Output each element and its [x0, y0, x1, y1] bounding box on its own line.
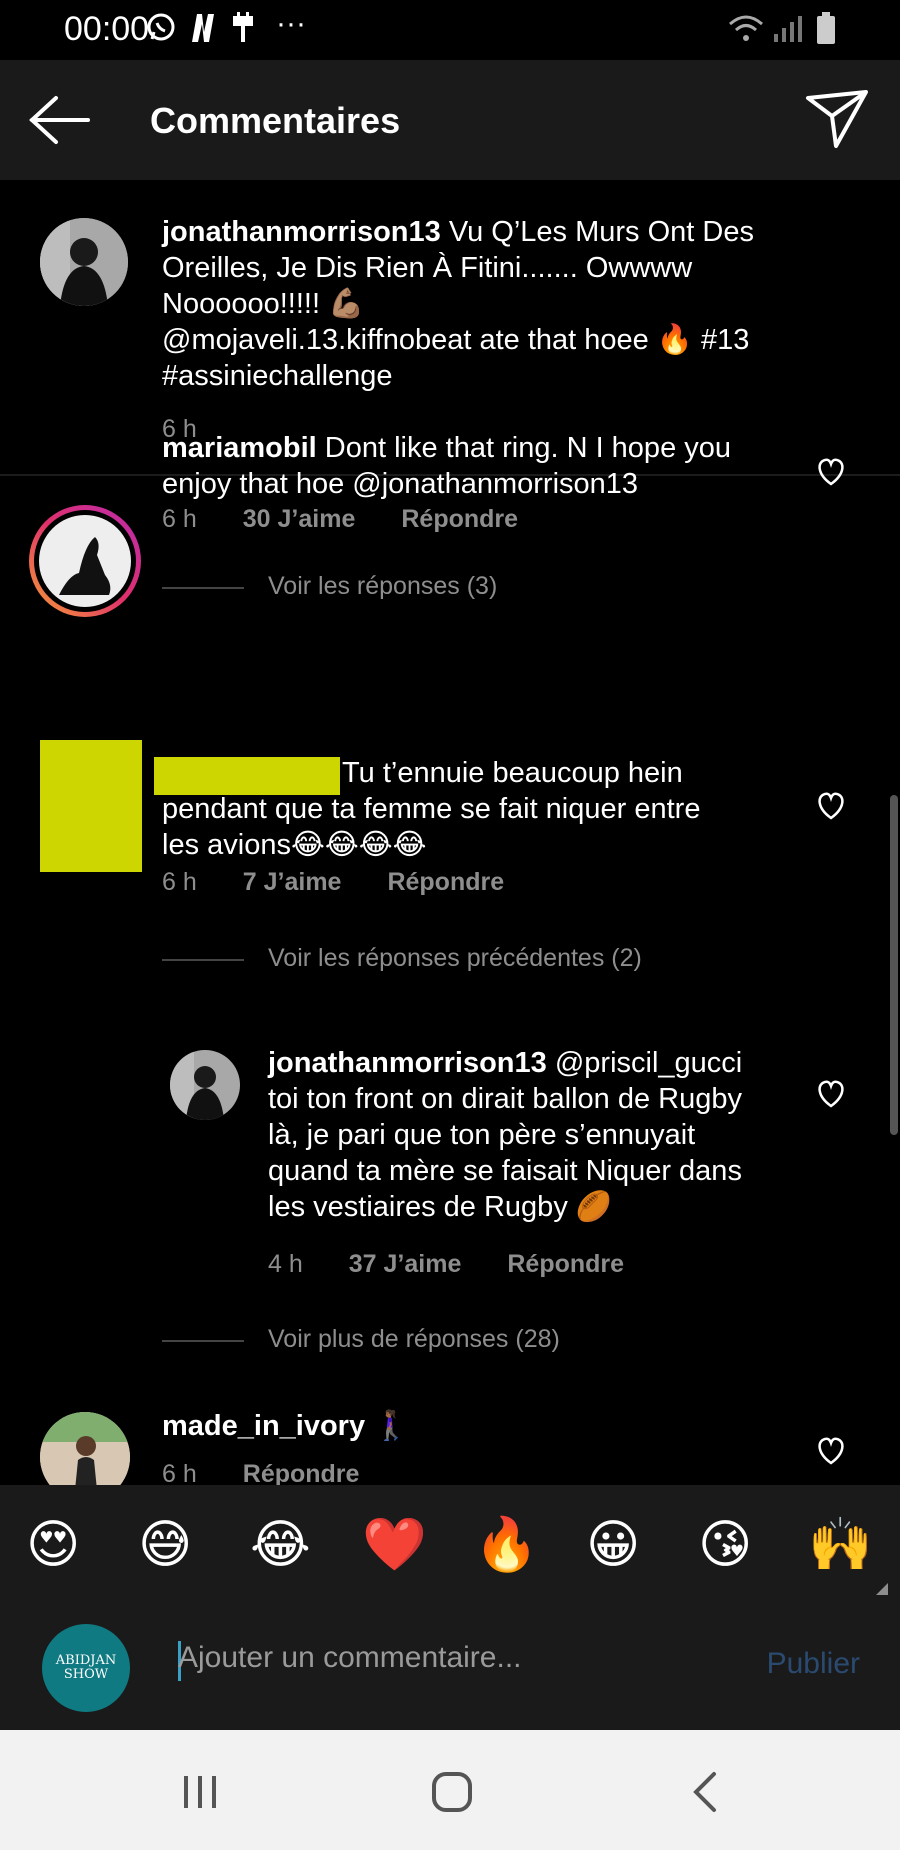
send-icon[interactable]: [804, 86, 870, 152]
header: Commentaires: [0, 60, 900, 180]
emoji-button[interactable]: 😍: [26, 1515, 80, 1575]
whatsapp-icon: [147, 13, 175, 41]
usb-icon: [233, 12, 253, 42]
emoji-button[interactable]: 🔥: [474, 1515, 539, 1575]
heart-icon[interactable]: [815, 790, 847, 820]
system-nav-bar: [0, 1730, 900, 1850]
emoji-button[interactable]: 🙌: [808, 1515, 873, 1575]
signal-icon: [774, 16, 802, 42]
emoji-button[interactable]: 😂: [250, 1515, 311, 1575]
comment-text: mariamobil Dont like that ring. N I hope…: [162, 432, 732, 500]
heart-icon[interactable]: [815, 1435, 847, 1465]
comment-username[interactable]: made_in_ivory: [162, 1410, 365, 1442]
scrollbar[interactable]: [890, 795, 898, 1135]
comment-meta: 6 h7 J’aime Répondre: [162, 868, 505, 896]
likes-count[interactable]: 7 J’aime: [243, 868, 342, 896]
reply-button[interactable]: Répondre: [507, 1250, 624, 1278]
recent-apps-icon[interactable]: [180, 1772, 220, 1812]
page-title: Commentaires: [150, 100, 401, 141]
back-arrow-icon[interactable]: [26, 90, 92, 150]
emoji-button[interactable]: 😀: [586, 1515, 640, 1575]
view-replies-link[interactable]: Voir les réponses (3): [268, 572, 497, 601]
status-time: 00:00: [64, 10, 150, 48]
emoji-bar: 😍 😅 😂 ❤️ 🔥 😀 😘 🙌: [0, 1485, 900, 1605]
likes-count[interactable]: 37 J’aime: [349, 1250, 462, 1278]
emoji-button[interactable]: 😅: [138, 1515, 192, 1575]
emoji-button[interactable]: ❤️: [362, 1515, 427, 1575]
view-more-replies-link[interactable]: Voir plus de réponses (28): [268, 1325, 560, 1354]
reply-text: jonathanmorrison13 @priscil_gucci toi to…: [268, 1047, 743, 1223]
wifi-icon: [729, 15, 763, 41]
back-icon[interactable]: [690, 1770, 720, 1814]
netflix-icon: [192, 14, 214, 42]
comment-meta: 6 h Répondre: [162, 1460, 405, 1485]
reply-meta: 4 h 37 J’aime Répondre: [268, 1250, 625, 1278]
comment-input-bar: ABIDJAN SHOW Ajouter un commentaire... P…: [0, 1605, 900, 1730]
likes-count[interactable]: 30 J’aime: [243, 505, 356, 533]
avatar[interactable]: [170, 1050, 240, 1120]
reply-button[interactable]: Répondre: [243, 1460, 360, 1485]
avatar[interactable]: [40, 218, 128, 306]
avatar[interactable]: [29, 505, 141, 617]
emoji-button[interactable]: 😘: [698, 1515, 752, 1575]
battery-icon: [817, 12, 835, 44]
comment-username[interactable]: mariamobil: [162, 432, 317, 464]
divider: [162, 1340, 244, 1342]
reply-username[interactable]: jonathanmorrison13: [268, 1047, 547, 1079]
comment-input[interactable]: Ajouter un commentaire...: [178, 1641, 522, 1675]
view-previous-replies-link[interactable]: Voir les réponses précédentes (2): [268, 944, 642, 973]
publish-button[interactable]: Publier: [767, 1647, 860, 1681]
comments-list[interactable]: jonathanmorrison13 Vu Q’Les Murs Ont Des…: [0, 180, 900, 1485]
comment-meta: 6 h 30 J’aime Répondre: [162, 505, 519, 533]
avatar[interactable]: [40, 1412, 130, 1485]
reply-button[interactable]: Répondre: [401, 505, 518, 533]
comment-text: Tu t’ennuie beaucoup hein pendant que ta…: [162, 757, 701, 861]
divider: [162, 587, 244, 589]
heart-icon[interactable]: [815, 456, 847, 486]
avatar[interactable]: ABIDJAN SHOW: [42, 1624, 130, 1712]
caption-username[interactable]: jonathanmorrison13: [162, 216, 441, 248]
comment-text: made_in_ivory 🚶🏾‍♀️: [162, 1410, 410, 1442]
home-icon[interactable]: [430, 1770, 474, 1814]
divider: [162, 959, 244, 961]
resize-corner-icon: [876, 1583, 888, 1595]
more-icon: ···: [276, 7, 306, 40]
redacted-avatar: [40, 740, 142, 872]
reply-button[interactable]: Répondre: [387, 868, 504, 896]
status-bar: 00:00 ···: [0, 0, 900, 60]
heart-icon[interactable]: [815, 1078, 847, 1108]
caption-text: jonathanmorrison13 Vu Q’Les Murs Ont Des…: [162, 216, 754, 392]
